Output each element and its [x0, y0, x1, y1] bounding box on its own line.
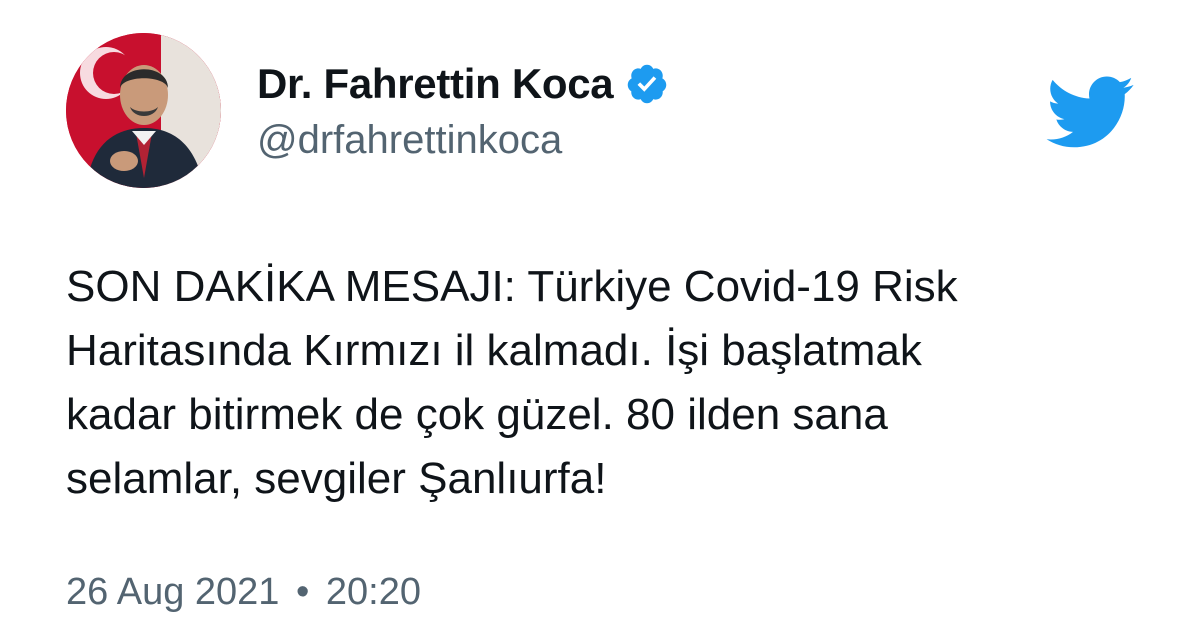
avatar[interactable] — [66, 33, 221, 188]
tweet-date: 26 Aug 2021 — [66, 571, 280, 613]
tweet-timestamp[interactable]: 26 Aug 2021 • 20:20 — [66, 571, 421, 614]
twitter-bird-icon[interactable] — [1043, 73, 1135, 151]
timestamp-separator: • — [296, 571, 310, 613]
tweet-text-line: Haritasında Kırmızı il kalmadı. İşi başl… — [66, 326, 922, 375]
author-name-row: Dr. Fahrettin Koca — [257, 56, 669, 112]
tweet-text-line: selamlar, sevgiler Şanlıurfa! — [66, 454, 607, 503]
author-display-name[interactable]: Dr. Fahrettin Koca — [257, 60, 614, 108]
tweet-time: 20:20 — [325, 571, 421, 613]
author-handle[interactable]: @drfahrettinkoca — [257, 118, 562, 163]
tweet-text-line: SON DAKİKA MESAJI: Türkiye Covid-19 Risk — [66, 262, 958, 311]
tweet-card: Dr. Fahrettin Koca @drfahrettinkoca SON … — [0, 0, 1200, 627]
verified-badge-icon — [625, 62, 669, 106]
tweet-text: SON DAKİKA MESAJI: Türkiye Covid-19 Risk… — [66, 255, 1146, 511]
tweet-text-line: kadar bitirmek de çok güzel. 80 ilden sa… — [66, 390, 888, 439]
